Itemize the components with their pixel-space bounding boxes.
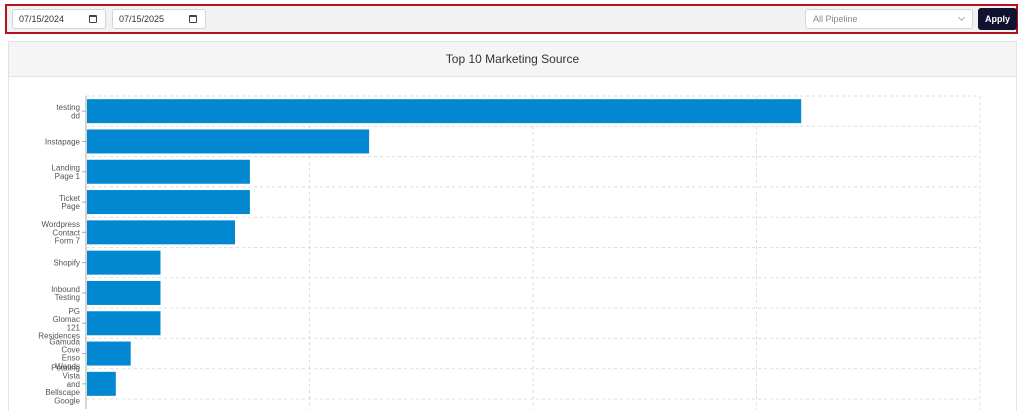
category-label: Petaling Vista and Bellscape Google xyxy=(45,363,80,405)
category-label-line: Form 7 xyxy=(55,237,81,246)
bar[interactable] xyxy=(87,220,235,245)
bar[interactable] xyxy=(87,190,250,215)
category-label: Landing Page 1 xyxy=(52,164,81,181)
category-label-line: Page xyxy=(61,202,80,211)
category-label-line: Instapage xyxy=(45,137,81,146)
bar-chart: testing dd Instapage Landing Page 1 Ticket Pag… xyxy=(38,95,981,409)
bar[interactable] xyxy=(87,311,161,336)
bar[interactable] xyxy=(87,99,802,124)
category-label-line: Shopify xyxy=(53,259,80,268)
bar[interactable] xyxy=(87,280,161,305)
bar[interactable] xyxy=(87,159,250,184)
category-label-line: dd xyxy=(71,111,80,120)
bar[interactable] xyxy=(87,341,131,366)
category-label-line: Testing xyxy=(55,293,80,302)
category-label-line: Page 1 xyxy=(55,172,81,181)
category-label: Inbound Testing xyxy=(51,285,80,302)
category-label: Ticket Page xyxy=(59,194,81,211)
bar[interactable] xyxy=(87,250,161,275)
chart-category-labels: testing dd Instapage Landing Page 1 Ticket Pag… xyxy=(38,103,86,405)
bar[interactable] xyxy=(87,371,116,396)
category-label: PG Glomac 121 Residences xyxy=(38,307,80,341)
category-label-line: Google xyxy=(54,396,80,405)
category-label: Instapage xyxy=(45,137,81,146)
bar[interactable] xyxy=(87,129,370,154)
category-label: Wordpress Contact Form 7 xyxy=(41,220,80,245)
category-label: Shopify xyxy=(53,259,80,268)
category-label: testing dd xyxy=(56,103,80,120)
